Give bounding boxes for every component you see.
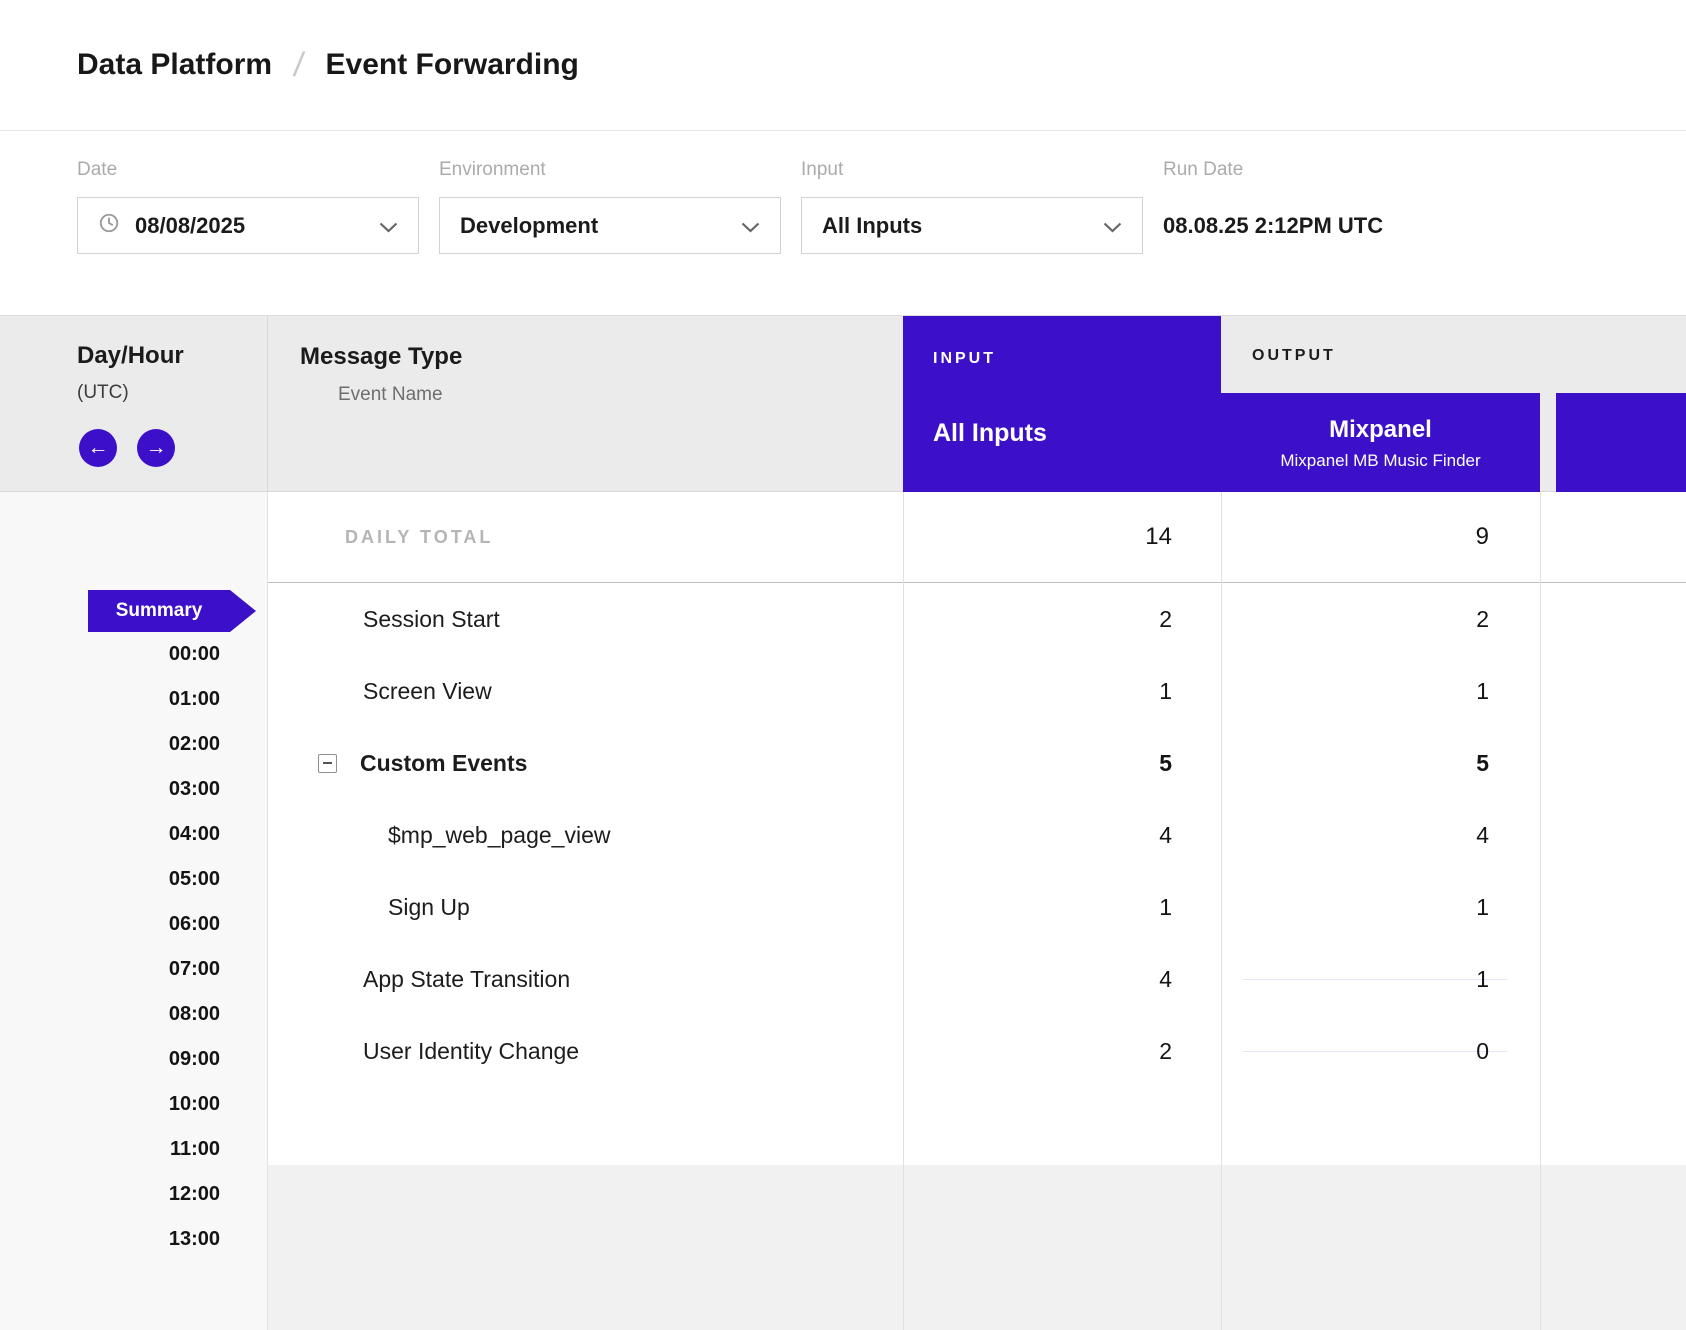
environment-dropdown-value: Development bbox=[460, 213, 598, 239]
destination-subtitle: Mixpanel MB Music Finder bbox=[1221, 451, 1540, 471]
message-type-header: Message Type bbox=[300, 343, 462, 371]
output-count-cell: 4 bbox=[1221, 822, 1540, 849]
event-name-label: User Identity Change bbox=[363, 1038, 579, 1065]
hour-row[interactable]: 06:00 bbox=[0, 902, 220, 947]
hour-row[interactable]: 02:00 bbox=[0, 722, 220, 767]
event-name-label: Session Start bbox=[363, 606, 500, 633]
date-filter-group: Date 08/08/2025 bbox=[77, 159, 419, 315]
event-rows: Session Start 2 2 Screen View 1 1 Custom… bbox=[268, 583, 1686, 1165]
next-day-button[interactable]: → bbox=[137, 429, 175, 467]
hour-row[interactable]: 10:00 bbox=[0, 1082, 220, 1127]
output-count-cell-highlighted: 1 bbox=[1221, 966, 1540, 993]
table-row-mp-web-page-view: $mp_web_page_view 4 4 bbox=[268, 799, 1686, 871]
input-filter-label: Input bbox=[801, 159, 1143, 181]
run-date-value: 08.08.25 2:12PM UTC bbox=[1163, 197, 1383, 254]
date-dropdown-value: 08/08/2025 bbox=[135, 213, 245, 239]
environment-dropdown[interactable]: Development bbox=[439, 197, 781, 254]
event-name-label: App State Transition bbox=[363, 966, 570, 993]
hour-row[interactable]: 03:00 bbox=[0, 767, 220, 812]
input-count-cell: 2 bbox=[903, 1038, 1221, 1065]
day-hour-header: Day/Hour (UTC) ← → bbox=[0, 316, 268, 493]
hour-row[interactable]: 12:00 bbox=[0, 1172, 220, 1217]
daily-total-input-cell: 14 bbox=[903, 523, 1221, 551]
environment-filter-group: Environment Development bbox=[439, 159, 781, 315]
output-section-label: OUTPUT bbox=[1252, 347, 1336, 365]
hour-row[interactable]: 08:00 bbox=[0, 992, 220, 1037]
table-footer-area bbox=[268, 1165, 1686, 1330]
output-count-cell-highlighted: 0 bbox=[1221, 1038, 1540, 1065]
event-name-subheader: Event Name bbox=[338, 384, 443, 406]
event-forwarding-page: Data Platform / Event Forwarding Date 08… bbox=[0, 0, 1686, 1330]
hour-row[interactable]: 07:00 bbox=[0, 947, 220, 992]
clock-icon bbox=[98, 212, 120, 240]
date-dropdown[interactable]: 08/08/2025 bbox=[77, 197, 419, 254]
input-column-name: All Inputs bbox=[933, 419, 1047, 448]
input-count-cell: 1 bbox=[903, 894, 1221, 921]
output-count-cell: 2 bbox=[1221, 606, 1540, 633]
input-count-cell: 4 bbox=[903, 822, 1221, 849]
event-name-label: $mp_web_page_view bbox=[388, 822, 611, 849]
input-column-header: INPUT All Inputs bbox=[903, 316, 1221, 493]
event-name-label: Screen View bbox=[363, 678, 492, 705]
input-count-cell: 4 bbox=[903, 966, 1221, 993]
input-dropdown-value: All Inputs bbox=[822, 213, 922, 239]
event-name-label: Sign Up bbox=[388, 894, 470, 921]
breadcrumb-data-platform[interactable]: Data Platform bbox=[77, 48, 272, 82]
day-hour-sidebar: Summary 00:00 01:00 02:00 03:00 04:00 05… bbox=[0, 492, 268, 1330]
destination-name: Mixpanel bbox=[1221, 416, 1540, 444]
output-destination-header: Mixpanel Mixpanel MB Music Finder bbox=[1221, 393, 1540, 493]
table-row-screen-view: Screen View 1 1 bbox=[268, 655, 1686, 727]
table-row-app-state-transition: App State Transition 4 1 bbox=[268, 943, 1686, 1015]
run-date-label: Run Date bbox=[1163, 159, 1383, 181]
environment-filter-label: Environment bbox=[439, 159, 781, 181]
run-date-group: Run Date 08.08.25 2:12PM UTC bbox=[1163, 159, 1383, 315]
hour-row[interactable]: 09:00 bbox=[0, 1037, 220, 1082]
daily-total-output-cell: 9 bbox=[1221, 523, 1540, 551]
input-dropdown[interactable]: All Inputs bbox=[801, 197, 1143, 254]
output-count-cell: 1 bbox=[1221, 678, 1540, 705]
input-count-cell: 2 bbox=[903, 606, 1221, 633]
day-hour-subtitle: (UTC) bbox=[77, 382, 129, 404]
date-filter-label: Date bbox=[77, 159, 419, 181]
hour-row[interactable]: 01:00 bbox=[0, 677, 220, 722]
input-filter-group: Input All Inputs bbox=[801, 159, 1143, 315]
table-row-user-identity-change: User Identity Change 2 0 bbox=[268, 1015, 1686, 1087]
prev-day-button[interactable]: ← bbox=[79, 429, 117, 467]
hour-row[interactable]: 11:00 bbox=[0, 1127, 220, 1172]
breadcrumb-separator: / bbox=[291, 46, 306, 85]
highlight-background bbox=[1243, 1051, 1508, 1052]
chevron-down-icon bbox=[379, 213, 398, 239]
daily-total-row: DAILY TOTAL 14 9 bbox=[268, 492, 1686, 583]
summary-badge[interactable]: Summary bbox=[88, 590, 230, 632]
table-row-session-start: Session Start 2 2 bbox=[268, 583, 1686, 655]
chevron-down-icon bbox=[1103, 213, 1122, 239]
input-count-cell: 5 bbox=[903, 750, 1221, 777]
highlight-background bbox=[1243, 979, 1508, 980]
breadcrumb: Data Platform / Event Forwarding bbox=[0, 0, 1686, 131]
day-hour-title: Day/Hour bbox=[77, 342, 184, 370]
collapse-icon[interactable] bbox=[318, 754, 337, 773]
chevron-down-icon bbox=[741, 213, 760, 239]
output-count-cell: 5 bbox=[1221, 750, 1540, 777]
input-count-cell: 1 bbox=[903, 678, 1221, 705]
hour-row[interactable]: 04:00 bbox=[0, 812, 220, 857]
hour-row[interactable]: 00:00 bbox=[0, 632, 220, 677]
page-title: Event Forwarding bbox=[326, 48, 579, 82]
hour-list: 00:00 01:00 02:00 03:00 04:00 05:00 06:0… bbox=[0, 632, 220, 1262]
filters-bar: Date 08/08/2025 Environment Development bbox=[0, 132, 1686, 315]
table-row-custom-events: Custom Events 5 5 bbox=[268, 727, 1686, 799]
output-destination-next-partial bbox=[1556, 393, 1686, 493]
hour-row[interactable]: 13:00 bbox=[0, 1217, 220, 1262]
arrow-right-icon: → bbox=[146, 436, 167, 460]
input-column-label: INPUT bbox=[933, 350, 996, 368]
event-name-label: Custom Events bbox=[360, 750, 527, 777]
arrow-left-icon: ← bbox=[88, 436, 109, 460]
table-header: Day/Hour (UTC) ← → Message Type Event Na… bbox=[0, 315, 1686, 492]
output-count-cell: 1 bbox=[1221, 894, 1540, 921]
daily-total-label: DAILY TOTAL bbox=[268, 527, 903, 548]
hour-row[interactable]: 05:00 bbox=[0, 857, 220, 902]
table-row-sign-up: Sign Up 1 1 bbox=[268, 871, 1686, 943]
